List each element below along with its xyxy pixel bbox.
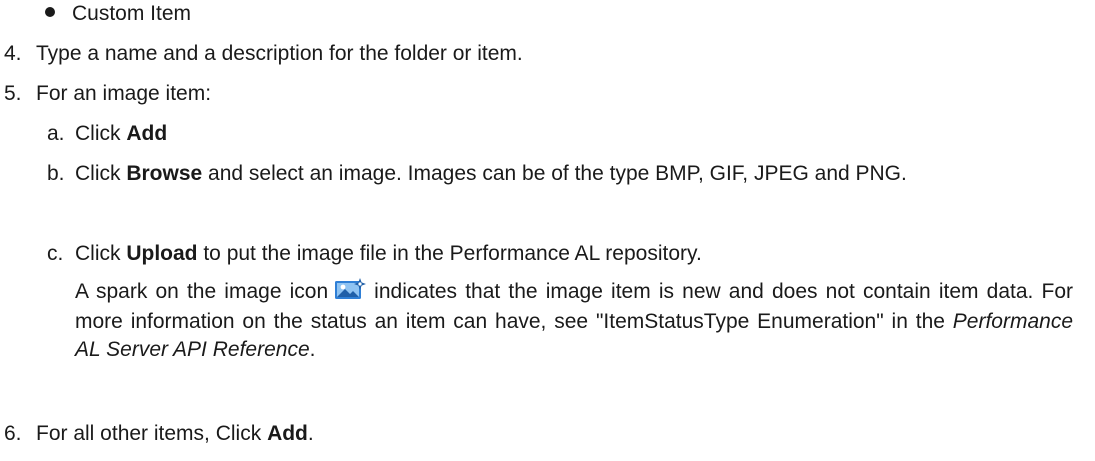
substep-text: Click Upload to put the image file in th… [75,240,702,268]
substep-text-post: to put the image file in the Performance… [197,242,702,265]
substep-letter: b. [47,162,65,185]
substep-letter: c. [47,242,64,265]
substep-b: b. Click Browse and select an image. Ima… [0,160,1095,220]
image-icon-note: A spark on the image icon indicates that… [75,278,1073,364]
substep-c: c. Click Upload to put the image file in… [0,240,1095,268]
ui-term-browse: Browse [126,162,203,185]
step-text-pre: For all other items, Click [36,422,268,445]
step-5: 5. For an image item: [0,80,1095,108]
step-text: For an image item: [36,82,212,105]
bullet-item-text: Custom Item [72,2,192,25]
ui-term-add: Add [267,422,308,445]
substep-text-pre: Click [75,242,127,265]
note-text-pre: A spark on the image icon [75,280,329,303]
step-4: 4. Type a name and a description for the… [0,40,1095,68]
document-page: Custom Item 4. Type a name and a descrip… [0,0,1095,461]
substep-text-pre: Click [75,122,127,145]
step-6: 6. For all other items, Click Add. [0,420,1095,448]
step-number: 4. [4,42,22,65]
substep-text-pre: Click [75,162,127,185]
image-new-spark-icon [334,278,368,308]
step-text-post: . [307,422,314,445]
note-text-post: . [309,338,316,361]
step-text: Type a name and a description for the fo… [36,42,523,65]
bullet-dot [45,7,55,17]
step-text: For all other items, Click Add. [36,420,314,448]
step-number: 5. [4,82,22,105]
substep-a: a. Click Add [0,120,1095,148]
substep-text: Click Browse and select an image. Images… [75,160,1073,188]
ui-term-add: Add [126,122,168,145]
substep-text: Click Add [75,120,167,148]
ui-term-upload: Upload [126,242,198,265]
step-number: 6. [4,422,22,445]
bullet-list-item: Custom Item [0,0,1095,28]
substep-letter: a. [47,122,65,145]
substep-text-post: and select an image. Images can be of th… [202,162,907,185]
